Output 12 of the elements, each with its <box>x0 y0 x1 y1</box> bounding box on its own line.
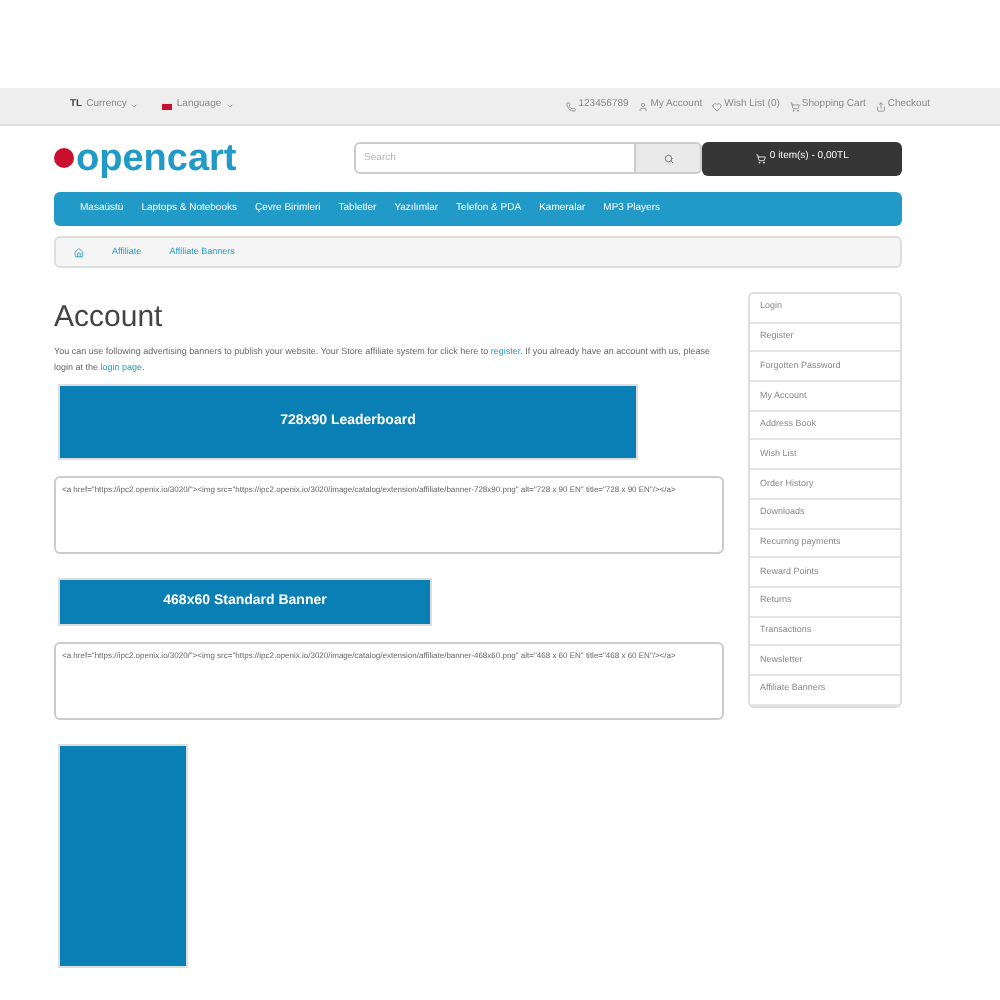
cart-icon <box>789 101 800 111</box>
phone-icon <box>566 101 577 111</box>
user-icon <box>638 101 649 111</box>
cart-icon <box>755 153 766 163</box>
flag-icon <box>54 148 74 168</box>
logo[interactable]: opencart <box>54 139 355 177</box>
search-button[interactable] <box>636 142 703 174</box>
search-icon <box>663 153 674 163</box>
home-icon[interactable] <box>74 247 84 257</box>
share-icon <box>875 101 886 111</box>
page-title: Account <box>54 300 165 338</box>
heart-icon <box>712 101 723 111</box>
